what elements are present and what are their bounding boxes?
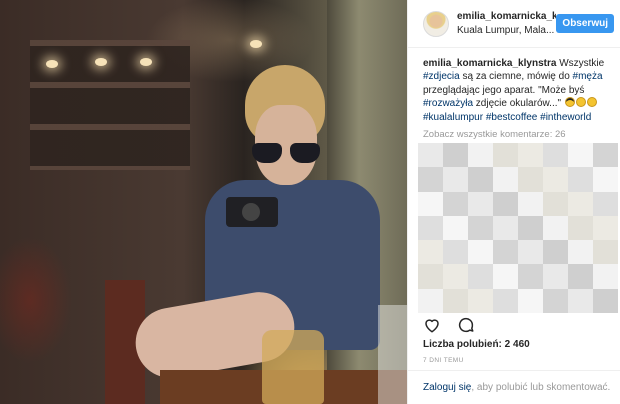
blur-cell [593,143,618,168]
caption-text: zdjęcie okularów..." [473,98,564,110]
blur-cell [493,240,518,265]
blur-cell [568,288,593,313]
blur-cell [468,240,493,265]
likes-count[interactable]: Liczba polubień: 2 460 [423,339,530,350]
blur-cell [518,167,543,192]
blur-cell [468,143,493,168]
hashtag[interactable]: #kualalumpur [423,112,483,123]
blur-cell [568,240,593,265]
blur-cell [468,215,493,241]
blur-cell [518,143,543,168]
camera [226,197,278,227]
blur-cell [418,167,443,192]
blur-cell [543,240,568,265]
blur-cell [468,191,493,216]
blur-cell [518,240,543,265]
blur-cell [543,215,568,241]
hashtag[interactable]: #bestcoffee [486,112,538,123]
blur-cell [418,143,443,168]
glass-jar [262,330,324,404]
author-username[interactable]: emilia_komarnicka_klyn [457,11,556,22]
comment-bubble-icon[interactable] [457,316,475,334]
blur-cell [568,264,593,289]
blur-cell [468,167,493,192]
grin-emoji-icon [575,97,586,108]
blur-cell [593,191,618,216]
blur-cell [418,264,443,289]
blur-cell [543,264,568,289]
author-info: emilia_komarnicka_klyn Kuala Lumpur, Mal… [457,11,556,36]
blur-cell [493,167,518,192]
post-caption: emilia_komarnicka_klynstra Wszystkie #zd… [408,48,620,124]
blur-cell [493,264,518,289]
smile-emoji-icon [586,97,597,108]
follow-button[interactable]: Obserwuj [556,14,614,33]
lamp-light [140,58,152,66]
sunglasses-emoji-icon [564,97,575,108]
blur-cell [468,288,493,313]
blur-cell [593,240,618,265]
caption-text: są za ciemne, mówię do [459,71,573,83]
blur-cell [443,288,468,313]
lamp-light [95,58,107,66]
login-prompt: Zaloguj się, aby polubić lub skomentować… [408,370,620,404]
post-sidebar: emilia_komarnicka_klyn Kuala Lumpur, Mal… [407,0,620,404]
blur-cell [593,215,618,241]
blur-cell [468,264,493,289]
hashtag[interactable]: #rozważyła [423,98,473,109]
blur-cell [518,215,543,241]
blur-cell [493,143,518,168]
view-all-comments-link[interactable]: Zobacz wszystkie komentarze: 26 [408,124,620,140]
heart-icon[interactable] [423,316,441,334]
blur-cell [443,264,468,289]
blur-cell [543,191,568,216]
caption-text: Wszystkie [556,58,605,69]
caption-text: przeglądając jego aparat. "Może byś [423,84,585,96]
login-prompt-text: , aby polubić lub skomentować. [471,382,611,393]
blur-cell [543,167,568,192]
blur-cell [593,167,618,192]
avatar[interactable] [423,10,449,37]
caption-username[interactable]: emilia_komarnicka_klynstra [423,58,556,69]
blur-cell [593,264,618,289]
blur-cell [493,288,518,313]
blur-cell [568,191,593,216]
blur-cell [418,191,443,216]
hashtag[interactable]: #zdjecia [423,71,460,82]
drinking-glass [378,305,407,404]
blur-cell [518,264,543,289]
blurred-comments [418,143,618,313]
blur-cell [543,288,568,313]
blur-cell [418,288,443,313]
blur-cell [568,143,593,168]
blur-cell [493,191,518,216]
blur-cell [493,215,518,241]
lamp-light [46,60,58,68]
hashtag[interactable]: #męża [573,71,603,82]
post-actions [423,316,475,334]
blur-cell [443,215,468,241]
post-location[interactable]: Kuala Lumpur, Mala... [457,25,556,36]
blur-cell [543,143,568,168]
post-timestamp: 7 DNI TEMU [423,357,464,364]
blur-cell [593,288,618,313]
hashtag[interactable]: #intheworld [540,112,591,123]
blur-cell [443,240,468,265]
blur-cell [418,240,443,265]
lamp-light [250,40,262,48]
blur-cell [568,215,593,241]
blur-cell [443,167,468,192]
login-link[interactable]: Zaloguj się [423,382,471,393]
blur-cell [568,167,593,192]
blur-cell [418,215,443,241]
blur-cell [443,191,468,216]
post-photo[interactable] [0,0,407,404]
blur-cell [518,191,543,216]
post-header: emilia_komarnicka_klyn Kuala Lumpur, Mal… [408,0,620,48]
blur-cell [443,143,468,168]
blur-cell [518,288,543,313]
sunglasses [252,143,322,165]
